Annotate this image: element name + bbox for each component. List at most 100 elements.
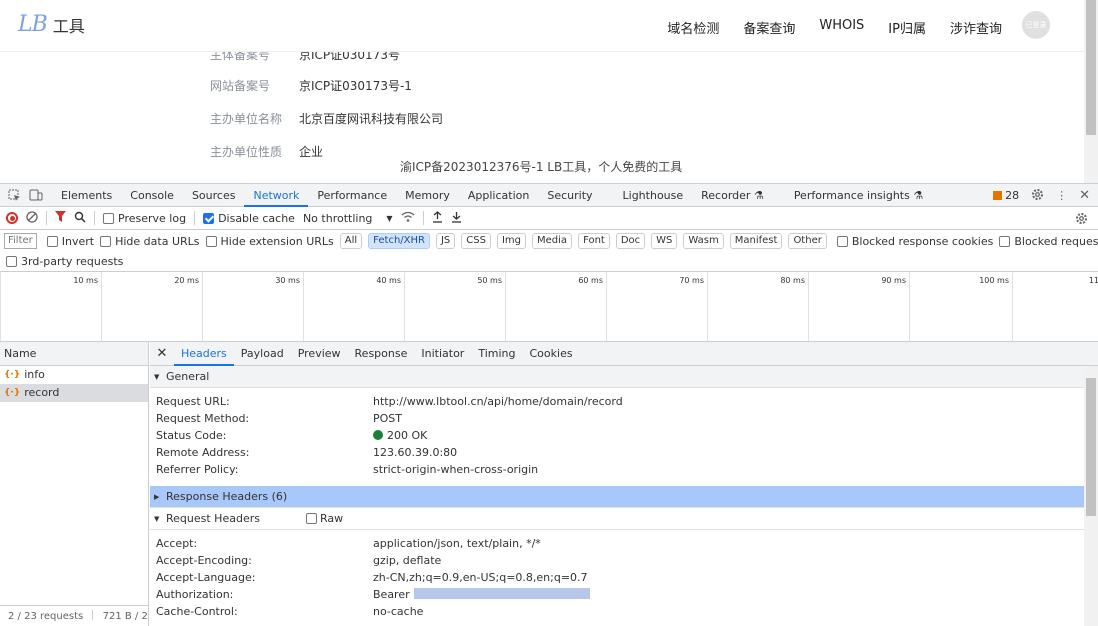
tab-payload[interactable]: Payload <box>234 342 291 366</box>
network-conditions-icon[interactable] <box>401 211 415 226</box>
type-filter-css[interactable]: CSS <box>461 233 491 249</box>
issues-counter[interactable]: 28 <box>993 189 1019 202</box>
request-row-info[interactable]: {·} info <box>0 366 148 384</box>
detail-scrollbar[interactable] <box>1084 366 1098 626</box>
tab-initiator[interactable]: Initiator <box>414 342 471 366</box>
third-party-checkbox[interactable]: 3rd-party requests <box>6 255 123 268</box>
clear-icon[interactable] <box>26 210 38 226</box>
tab-timing[interactable]: Timing <box>471 342 522 366</box>
header-value[interactable]: POST <box>373 410 402 427</box>
chevron-down-icon: ▼ <box>386 213 393 223</box>
type-filter-wasm[interactable]: Wasm <box>683 233 724 249</box>
tab-elements[interactable]: Elements <box>52 184 121 207</box>
nav-ip-location[interactable]: IP归属 <box>888 18 926 37</box>
devtools-right-controls: 28 ⋮ ✕ <box>993 184 1090 207</box>
hide-data-urls-checkbox[interactable]: Hide data URLs <box>100 235 200 248</box>
filter-input[interactable]: Filter <box>4 233 37 249</box>
type-filter-doc[interactable]: Doc <box>615 233 646 249</box>
site-logo[interactable]: LB 工具 <box>18 12 85 37</box>
tab-security[interactable]: Security <box>538 184 601 207</box>
devtools-tabbar: Elements Console Sources Network Perform… <box>0 184 1098 207</box>
tab-response[interactable]: Response <box>348 342 415 366</box>
page-scroll-thumb[interactable] <box>1086 0 1096 135</box>
raw-checkbox[interactable]: Raw <box>306 508 343 530</box>
search-icon[interactable] <box>74 211 86 226</box>
detail-scroll-thumb[interactable] <box>1086 378 1096 516</box>
page-scrollbar[interactable] <box>1084 0 1098 183</box>
blocked-requests-checkbox[interactable]: Blocked requests <box>999 235 1098 248</box>
tab-network[interactable]: Network <box>244 184 309 207</box>
upload-icon[interactable] <box>432 210 443 226</box>
nav-icp-lookup[interactable]: 备案查询 <box>743 18 795 37</box>
tab-lighthouse[interactable]: Lighthouse <box>614 184 693 207</box>
header-value[interactable]: http://www.lbtool.cn/api/home/domain/rec… <box>373 393 623 410</box>
type-filter-js[interactable]: JS <box>435 233 456 249</box>
header-value[interactable]: 200 OK <box>373 427 427 444</box>
tab-console[interactable]: Console <box>121 184 183 207</box>
disable-cache-checkbox[interactable]: Disable cache <box>203 212 295 225</box>
nav-fraud-check[interactable]: 涉诈查询 <box>950 18 1002 37</box>
nav-domain-check[interactable]: 域名检测 <box>667 18 719 37</box>
general-section-header[interactable]: ▼ General <box>150 366 1084 388</box>
throttling-select[interactable]: No throttling ▼ <box>303 212 393 225</box>
tab-preview[interactable]: Preview <box>291 342 348 366</box>
header-value[interactable]: gzip, deflate <box>373 552 441 569</box>
type-filter-all[interactable]: All <box>339 233 363 249</box>
type-filter-fetch-xhr[interactable]: Fetch/XHR <box>368 233 430 249</box>
blocked-response-cookies-checkbox[interactable]: Blocked response cookies <box>836 235 993 248</box>
request-row-record[interactable]: {·} record <box>0 384 148 402</box>
logo-text: 工具 <box>52 16 85 36</box>
third-party-row: 3rd-party requests <box>0 252 1098 272</box>
flask-icon: ⚗ <box>753 188 764 202</box>
headers-content: ▼ General Request URL: http://www.lbtool.… <box>150 366 1084 626</box>
timeline-tick-label: 10 ms <box>73 276 98 285</box>
inspect-element-icon[interactable] <box>6 187 22 203</box>
type-filter-ws[interactable]: WS <box>651 233 678 249</box>
tab-performance-insights[interactable]: Performance insights ⚗ <box>785 184 932 207</box>
site-header: LB 工具 域名检测 备案查询 WHOIS IP归属 涉诈查询 已登录 <box>0 0 1084 52</box>
tab-cookies[interactable]: Cookies <box>523 342 580 366</box>
close-detail-icon[interactable]: ✕ <box>150 346 174 361</box>
settings-gear-icon[interactable] <box>1031 188 1044 204</box>
invert-label: Invert <box>61 234 95 248</box>
type-filter-other[interactable]: Other <box>788 233 827 249</box>
tab-application[interactable]: Application <box>459 184 538 207</box>
header-value[interactable]: zh-CN,zh;q=0.9,en-US;q=0.8,en;q=0.7 <box>373 569 588 586</box>
filter-funnel-icon[interactable] <box>55 210 66 226</box>
header-value[interactable]: 123.60.39.0:80 <box>373 444 457 461</box>
type-filter-img[interactable]: Img <box>496 233 527 249</box>
tab-headers[interactable]: Headers <box>174 342 234 366</box>
download-icon[interactable] <box>451 211 462 226</box>
header-key: Request Method: <box>156 412 250 425</box>
avatar[interactable]: 已登录 <box>1022 11 1050 39</box>
device-toolbar-icon[interactable] <box>28 187 44 203</box>
network-summary-bar: 2 / 23 requests 721 B / 2.9 I <box>0 605 149 626</box>
network-overview-timeline[interactable]: 10 ms 20 ms 30 ms 40 ms 50 ms 60 ms 70 m… <box>0 272 1098 342</box>
timeline-tick: 20 ms <box>101 272 202 341</box>
tab-performance[interactable]: Performance <box>308 184 396 207</box>
type-filter-manifest[interactable]: Manifest <box>729 233 783 249</box>
network-settings-gear-icon[interactable] <box>1075 212 1088 228</box>
third-party-label: 3rd-party requests <box>21 255 124 268</box>
record-icon[interactable] <box>6 212 18 224</box>
nav-whois[interactable]: WHOIS <box>819 18 864 37</box>
more-options-icon[interactable]: ⋮ <box>1056 189 1067 202</box>
tab-recorder[interactable]: Recorder ⚗ <box>692 184 773 207</box>
close-devtools-icon[interactable]: ✕ <box>1079 188 1090 203</box>
hide-extension-urls-checkbox[interactable]: Hide extension URLs <box>205 235 334 248</box>
header-value[interactable]: no-cache <box>373 603 423 620</box>
header-value[interactable]: strict-origin-when-cross-origin <box>373 461 538 478</box>
header-value[interactable]: application/json, text/plain, */* <box>373 535 541 552</box>
response-headers-section-header[interactable]: ▶ Response Headers (6) <box>150 486 1084 508</box>
tab-memory[interactable]: Memory <box>396 184 459 207</box>
name-column-header[interactable]: Name <box>0 342 148 366</box>
toolbar-divider <box>94 211 95 225</box>
timeline-tick: 10 ms <box>0 272 101 341</box>
type-filter-media[interactable]: Media <box>532 233 573 249</box>
invert-checkbox[interactable]: Invert <box>46 234 95 248</box>
tab-sources[interactable]: Sources <box>183 184 245 207</box>
preserve-log-checkbox[interactable]: Preserve log <box>103 212 186 225</box>
request-headers-section-header[interactable]: ▼ Request Headers Raw <box>150 508 1084 530</box>
header-value[interactable]: Bearer <box>373 586 590 603</box>
type-filter-font[interactable]: Font <box>578 233 610 249</box>
